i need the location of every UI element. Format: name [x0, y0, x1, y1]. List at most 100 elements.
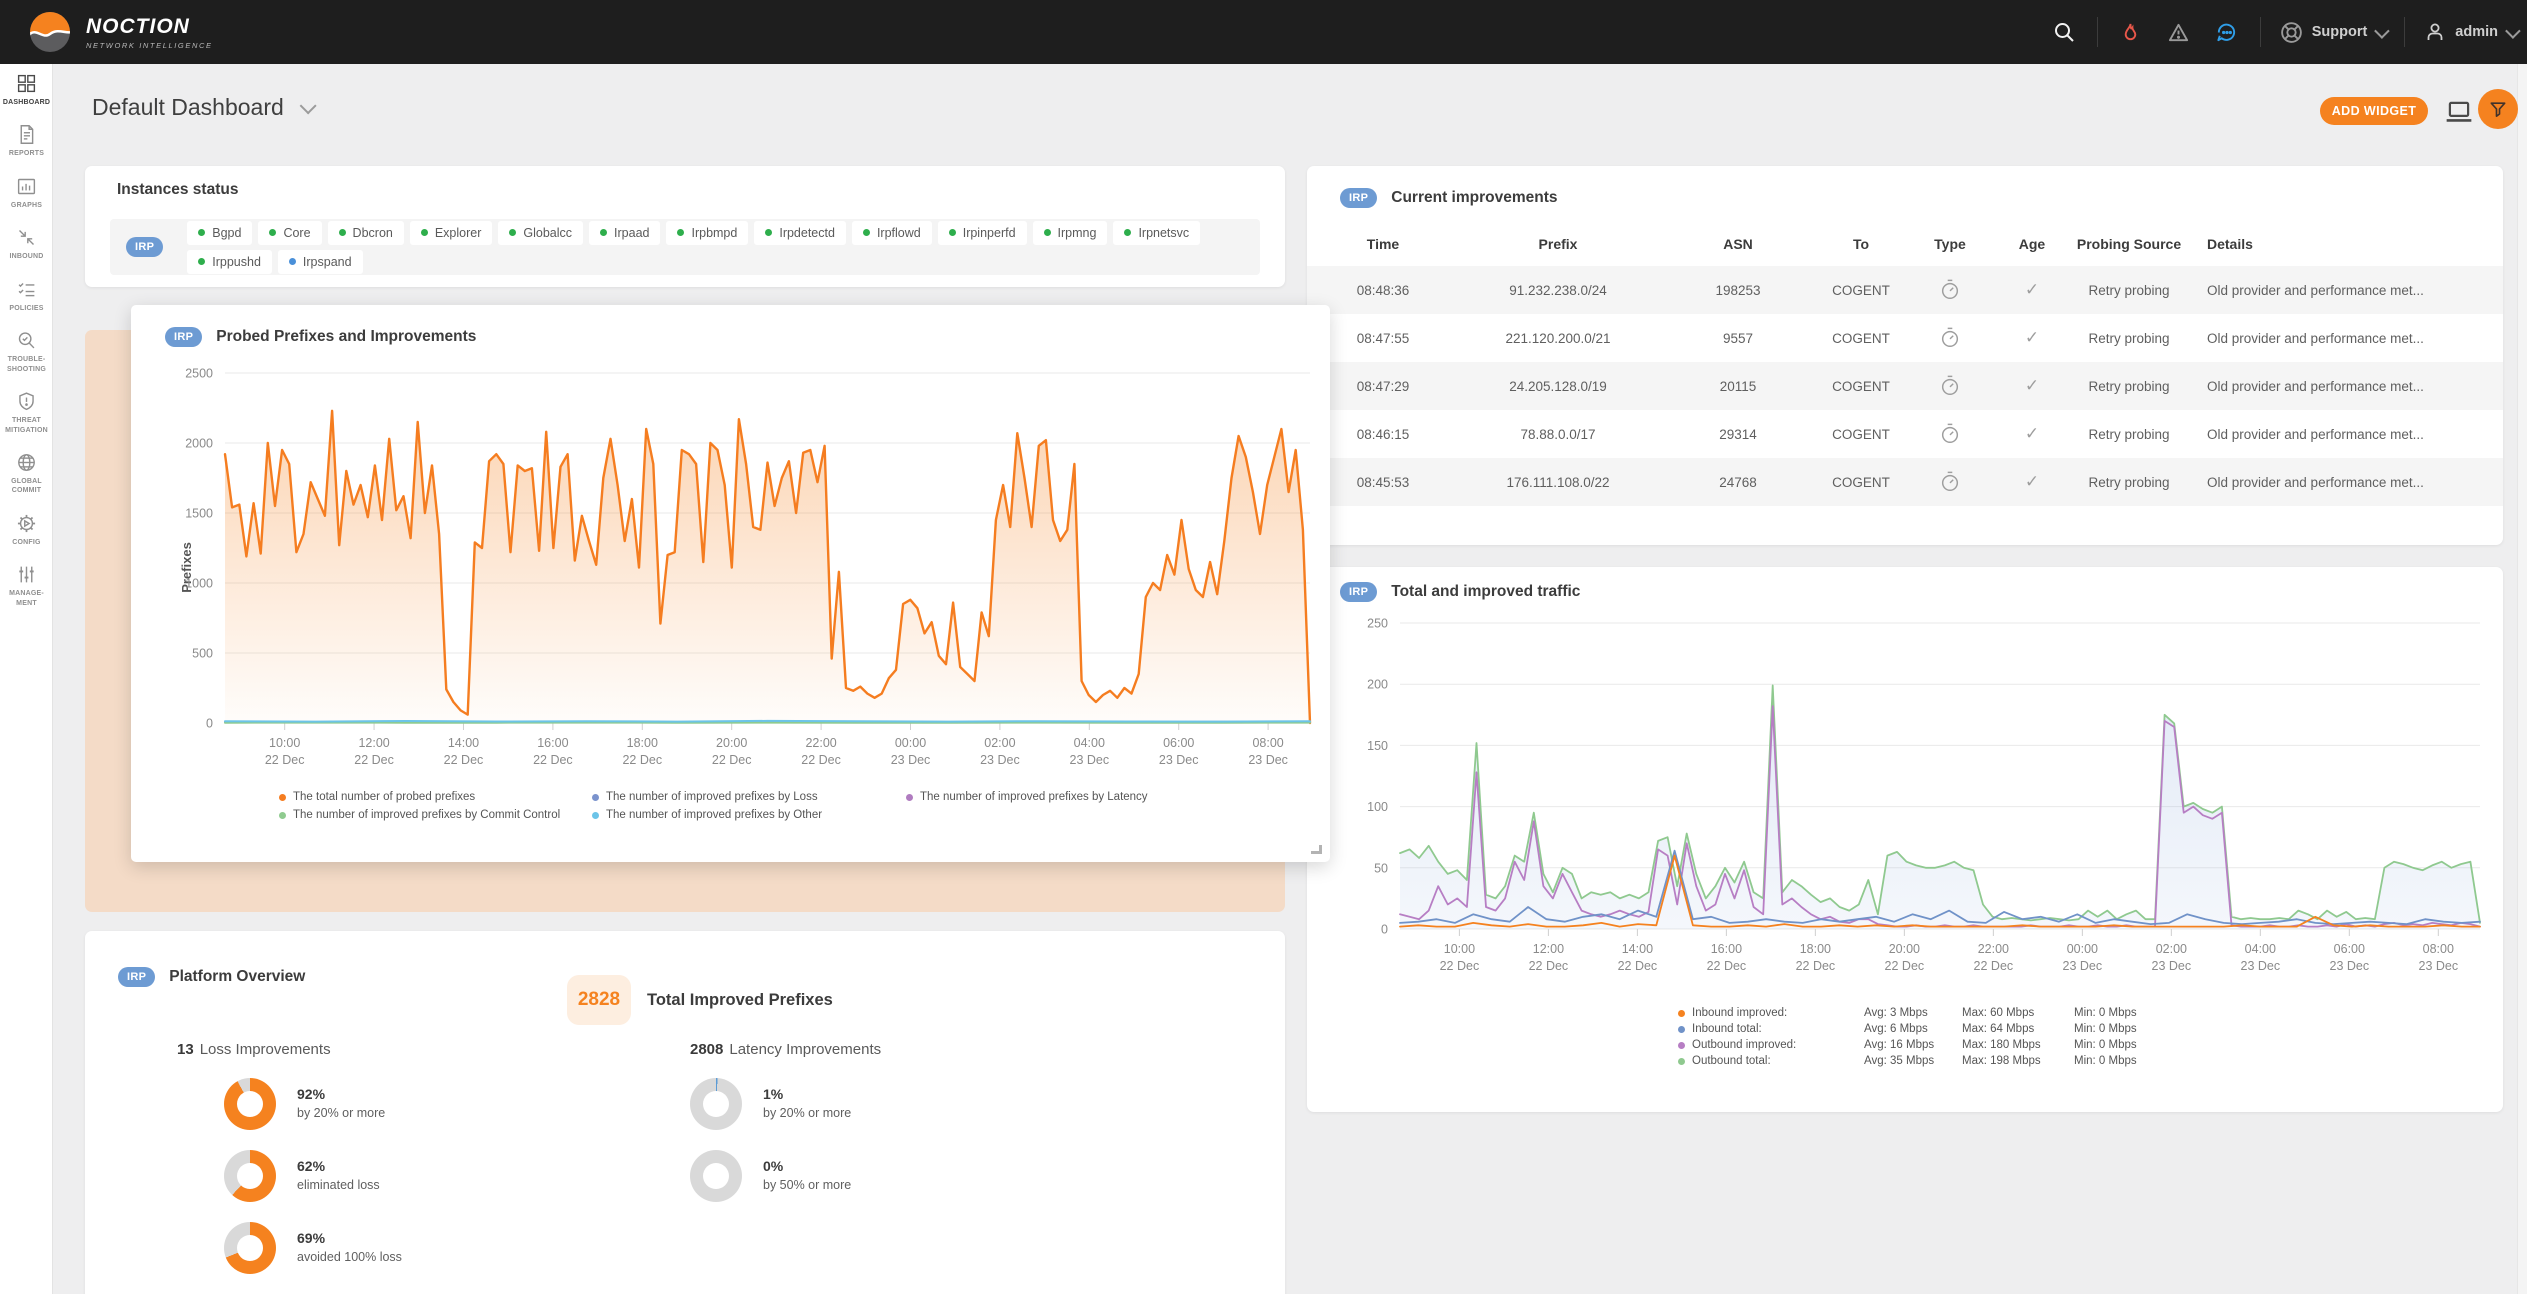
- traffic-chart: 05010015020025010:0022 Dec12:0022 Dec14:…: [1307, 613, 2503, 993]
- svg-text:23 Dec: 23 Dec: [1248, 753, 1288, 767]
- legend-label: Outbound total:: [1692, 1055, 1771, 1067]
- page-scrollbar[interactable]: [2517, 64, 2527, 1294]
- instance-pill: Irpmng: [1033, 221, 1108, 245]
- table-row[interactable]: 08:47:2924.205.128.0/1920115COGENT✓Retry…: [1307, 362, 2503, 410]
- user-icon: [2423, 20, 2447, 44]
- status-dot: [269, 229, 276, 236]
- svg-text:22 Dec: 22 Dec: [354, 753, 394, 767]
- donut-percentage: 0%: [763, 1158, 783, 1174]
- legend-item: The total number of probed prefixes: [279, 791, 592, 803]
- cell-to: COGENT: [1819, 314, 1903, 362]
- svg-text:1500: 1500: [185, 507, 213, 521]
- cell-asn: 9557: [1657, 314, 1819, 362]
- column-header[interactable]: ASN: [1657, 222, 1819, 266]
- support-menu[interactable]: Support: [2279, 20, 2387, 45]
- table-row[interactable]: 08:47:55221.120.200.0/219557COGENT✓Retry…: [1307, 314, 2503, 362]
- sidebar-item-manage-ment[interactable]: MANAGE-MENT: [0, 555, 53, 616]
- user-label: admin: [2455, 24, 2498, 40]
- column-header[interactable]: Age: [1997, 222, 2067, 266]
- filter-button[interactable]: [2478, 89, 2518, 129]
- instance-pill: Irpaad: [589, 221, 660, 245]
- svg-text:16:00: 16:00: [537, 736, 568, 750]
- sidebar-item-threat-mitigation[interactable]: THREATMITIGATION: [0, 382, 53, 443]
- dashboard-selector[interactable]: Default Dashboard: [92, 94, 312, 121]
- management-icon: [16, 564, 37, 585]
- svg-text:2000: 2000: [185, 437, 213, 451]
- sidebar-item-label: MANAGE-MENT: [9, 589, 44, 608]
- legend-stat-min: Min: 0 Mbps: [2074, 1055, 2164, 1067]
- donut-caption: by 20% or more: [763, 1106, 851, 1120]
- instance-pill: Irpflowd: [852, 221, 932, 245]
- svg-text:200: 200: [1367, 678, 1388, 692]
- probed-prefixes-widget[interactable]: IRP Probed Prefixes and Improvements Pre…: [131, 305, 1330, 862]
- cell-age: ✓: [1997, 410, 2067, 458]
- instance-pill: Irpdetectd: [754, 221, 846, 245]
- sidebar-item-dashboard[interactable]: DASHBOARD: [0, 64, 53, 115]
- user-menu[interactable]: admin: [2423, 20, 2517, 44]
- cell-prefix: 176.111.108.0/22: [1459, 458, 1657, 506]
- chat-icon[interactable]: [2212, 17, 2242, 47]
- sidebar-item-label: CONFIG: [12, 538, 40, 547]
- table-row[interactable]: 08:48:3691.232.238.0/24198253COGENT✓Retr…: [1307, 266, 2503, 314]
- check-icon: ✓: [2025, 376, 2039, 395]
- sidebar-item-label: GLOBALCOMMIT: [11, 477, 42, 496]
- widget-title: Total and improved traffic: [1391, 583, 1580, 601]
- legend-stat-avg: Avg: 3 Mbps: [1864, 1007, 1962, 1019]
- cell-details: Old provider and performance met...: [2191, 410, 2503, 458]
- instance-pill: Irppushd: [187, 250, 272, 274]
- column-header[interactable]: Time: [1307, 222, 1459, 266]
- stopwatch-icon: [1939, 278, 1961, 302]
- column-header[interactable]: Type: [1903, 222, 1997, 266]
- instance-name: Explorer: [435, 226, 482, 240]
- status-dot: [421, 229, 428, 236]
- stopwatch-icon: [1939, 374, 1961, 398]
- column-header[interactable]: To: [1819, 222, 1903, 266]
- svg-text:23 Dec: 23 Dec: [891, 753, 931, 767]
- column-header[interactable]: Prefix: [1459, 222, 1657, 266]
- sidebar-item-graphs[interactable]: GRAPHS: [0, 167, 53, 218]
- sidebar-item-inbound[interactable]: INBOUND: [0, 218, 53, 269]
- table-row[interactable]: 08:46:1578.88.0.0/1729314COGENT✓Retry pr…: [1307, 410, 2503, 458]
- traffic-widget: IRP Total and improved traffic Mbps 0501…: [1307, 567, 2503, 1112]
- improvements-table: TimePrefixASNToTypeAgeProbing SourceDeta…: [1307, 222, 2503, 506]
- table-row[interactable]: 08:45:53176.111.108.0/2224768COGENT✓Retr…: [1307, 458, 2503, 506]
- platform-overview-widget: IRP Platform Overview 2828 Total Improve…: [85, 931, 1285, 1294]
- sidebar-item-global-commit[interactable]: GLOBALCOMMIT: [0, 443, 53, 504]
- sidebar-nav: DASHBOARDREPORTSGRAPHSINBOUNDPOLICIESTRO…: [0, 64, 53, 1294]
- cell-type: [1903, 458, 1997, 506]
- total-improved-prefixes-label: Total Improved Prefixes: [647, 991, 833, 1010]
- svg-text:23 Dec: 23 Dec: [2063, 959, 2103, 973]
- sidebar-item-trouble-shooting[interactable]: TROUBLE-SHOOTING: [0, 321, 53, 382]
- svg-text:04:00: 04:00: [1074, 736, 1105, 750]
- legend-label: The total number of probed prefixes: [293, 791, 475, 803]
- svg-text:0: 0: [206, 717, 213, 731]
- sidebar-item-reports[interactable]: REPORTS: [0, 115, 53, 166]
- instance-name: Core: [283, 226, 310, 240]
- svg-text:22 Dec: 22 Dec: [265, 753, 305, 767]
- svg-text:08:00: 08:00: [1252, 736, 1283, 750]
- brand-logo[interactable]: NOCTION NETWORK INTELLIGENCE: [28, 10, 213, 54]
- alerts-flame-icon[interactable]: [2116, 17, 2146, 47]
- navbar-divider: [2404, 17, 2405, 47]
- svg-text:00:00: 00:00: [2067, 942, 2098, 956]
- add-widget-button[interactable]: ADD WIDGET: [2320, 97, 2428, 125]
- config-icon: [16, 513, 37, 534]
- legend-item: The number of improved prefixes by Loss: [592, 791, 906, 803]
- donut-percentage: 1%: [763, 1086, 783, 1102]
- search-icon[interactable]: [2049, 17, 2079, 47]
- svg-text:10:00: 10:00: [1444, 942, 1475, 956]
- column-header[interactable]: Details: [2191, 222, 2503, 266]
- svg-text:22 Dec: 22 Dec: [1529, 959, 1569, 973]
- cell-details: Old provider and performance met...: [2191, 314, 2503, 362]
- sidebar-item-policies[interactable]: POLICIES: [0, 270, 53, 321]
- cell-type: [1903, 314, 1997, 362]
- donut-chart: [224, 1078, 276, 1130]
- column-header[interactable]: Probing Source: [2067, 222, 2191, 266]
- display-mode-button[interactable]: [2443, 99, 2475, 125]
- legend-stat-min: Min: 0 Mbps: [2074, 1039, 2164, 1051]
- resize-handle-icon[interactable]: [1311, 845, 1322, 854]
- svg-text:22 Dec: 22 Dec: [1618, 959, 1658, 973]
- donut-percentage: 62%: [297, 1158, 325, 1174]
- sidebar-item-config[interactable]: CONFIG: [0, 504, 53, 555]
- warnings-triangle-icon[interactable]: [2164, 17, 2194, 47]
